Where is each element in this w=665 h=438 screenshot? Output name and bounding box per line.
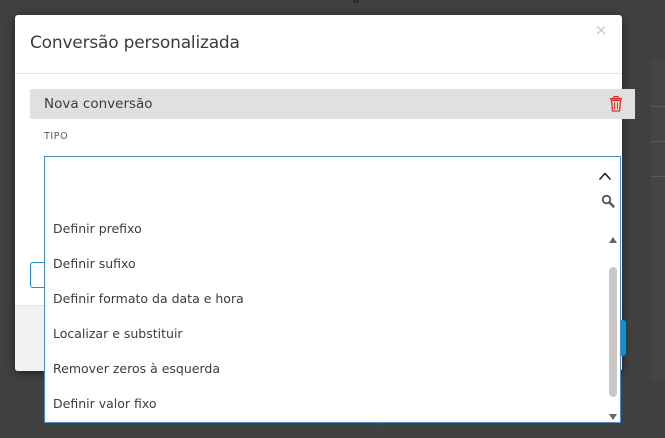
dialog-header: Conversão personalizada × — [15, 15, 622, 74]
background-divider — [651, 141, 665, 142]
background-panel — [651, 60, 665, 380]
scroll-thumb[interactable] — [609, 267, 617, 397]
search-icon — [601, 193, 615, 208]
dialog-title: Conversão personalizada — [30, 33, 240, 53]
conversion-row[interactable]: Nova conversão — [30, 89, 635, 119]
option-find-replace[interactable]: Localizar e substituir — [45, 320, 605, 355]
background-divider — [651, 176, 665, 177]
type-search-input[interactable] — [51, 191, 596, 213]
option-remove-leading-zeros[interactable]: Remover zeros à esquerda — [45, 355, 605, 390]
conversion-name: Nova conversão — [44, 96, 153, 112]
type-option-list: Definir prefixo Definir sufixo Definir f… — [45, 215, 605, 422]
option-set-datetime-format[interactable]: Definir formato da data e hora — [45, 285, 605, 320]
background-divider — [651, 106, 665, 107]
chevron-up-icon[interactable] — [598, 166, 612, 181]
option-set-prefix[interactable]: Definir prefixo — [45, 215, 605, 250]
close-icon[interactable]: × — [594, 23, 608, 38]
scroll-arrow-up-icon[interactable] — [609, 228, 617, 243]
option-list-scrollbar[interactable] — [605, 227, 620, 420]
type-select-dropdown[interactable]: Definir prefixo Definir sufixo Definir f… — [44, 156, 621, 423]
type-field-label: TIPO — [44, 131, 69, 142]
background-fragment — [353, 0, 359, 3]
type-select-value[interactable] — [45, 157, 620, 189]
scroll-arrow-down-icon[interactable] — [609, 405, 617, 420]
trash-icon[interactable] — [609, 95, 623, 112]
type-search-row — [45, 189, 620, 215]
option-set-suffix[interactable]: Definir sufixo — [45, 250, 605, 285]
option-set-fixed-value[interactable]: Definir valor fixo — [45, 390, 605, 425]
